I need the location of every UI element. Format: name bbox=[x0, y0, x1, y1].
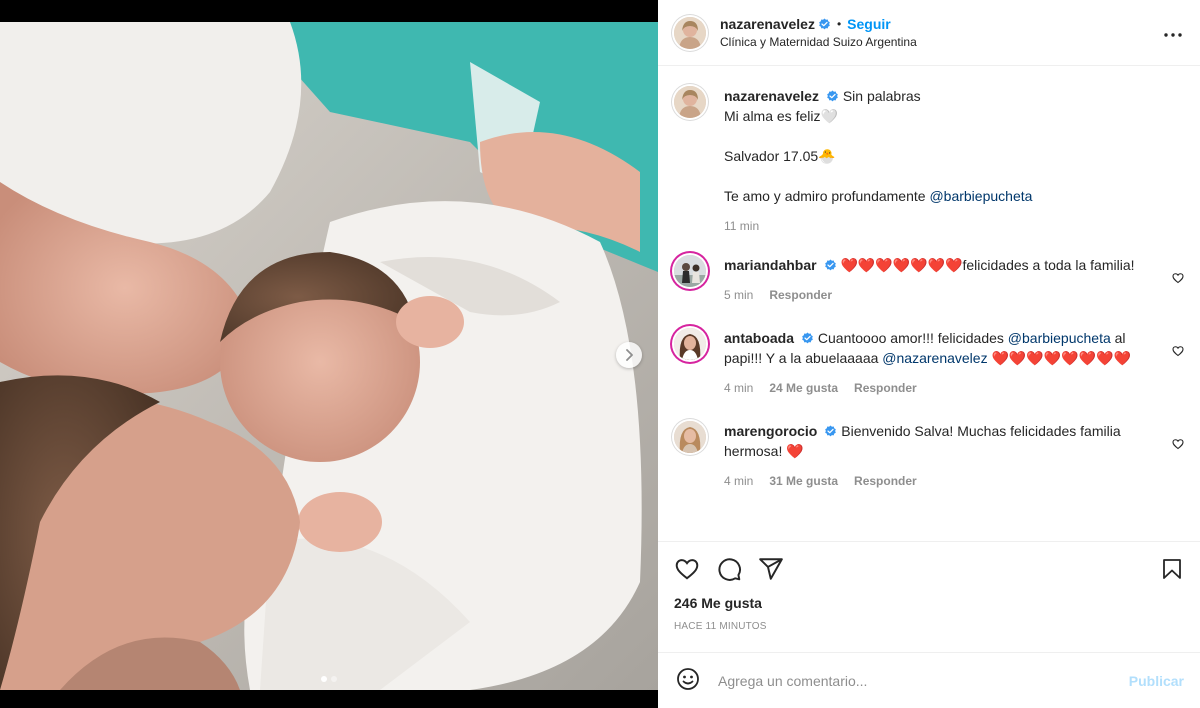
comment-username[interactable]: marengorocio bbox=[724, 423, 817, 439]
comment-body: antaboada Cuantoooo amor!!! felicidades … bbox=[724, 328, 1184, 395]
post-side-panel: nazarenavelez • Seguir Clínica y Materni… bbox=[658, 0, 1200, 708]
carousel-dot-active bbox=[321, 676, 327, 682]
caption-text: nazarenavelez Sin palabras Mi alma es fe… bbox=[724, 86, 1162, 206]
comment-avatar[interactable] bbox=[674, 328, 706, 360]
carousel-next-button[interactable] bbox=[616, 342, 642, 368]
reply-button[interactable]: Responder bbox=[854, 474, 917, 488]
follow-button[interactable]: Seguir bbox=[847, 16, 891, 32]
comment-meta: 5 min Responder bbox=[724, 288, 1162, 302]
chevron-right-icon bbox=[626, 349, 633, 361]
instagram-post-modal: nazarenavelez • Seguir Clínica y Materni… bbox=[0, 0, 1200, 708]
verified-badge-icon bbox=[802, 332, 813, 344]
reply-button[interactable]: Responder bbox=[854, 381, 917, 395]
comment-time: 4 min bbox=[724, 474, 754, 488]
comment-time: 5 min bbox=[724, 288, 754, 302]
more-options-button[interactable] bbox=[1164, 24, 1182, 40]
share-button[interactable] bbox=[758, 556, 784, 585]
caption-username[interactable]: nazarenavelez bbox=[724, 88, 819, 104]
caption-avatar[interactable] bbox=[674, 86, 706, 118]
verified-badge-icon bbox=[819, 18, 830, 29]
post-header: nazarenavelez • Seguir Clínica y Materni… bbox=[658, 0, 1200, 66]
avatar-image bbox=[674, 86, 706, 118]
emoji-button[interactable] bbox=[676, 667, 700, 694]
comment-avatar[interactable] bbox=[674, 421, 706, 453]
comment-icon bbox=[718, 557, 741, 581]
comment-button[interactable] bbox=[716, 556, 742, 585]
comment-likes-count[interactable]: 31 Me gusta bbox=[769, 474, 838, 488]
heart-outline-icon bbox=[675, 558, 699, 579]
comment-likes-count[interactable]: 24 Me gusta bbox=[769, 381, 838, 395]
comment-text: mariandahbar ❤️❤️❤️❤️❤️❤️❤️felicidades a… bbox=[724, 255, 1162, 275]
avatar-image bbox=[674, 328, 706, 360]
send-icon bbox=[759, 557, 783, 580]
comment-meta: 4 min 31 Me gusta Responder bbox=[724, 474, 1162, 488]
bookmark-icon bbox=[1163, 559, 1181, 579]
verified-badge-icon bbox=[827, 90, 838, 102]
comment-username[interactable]: antaboada bbox=[724, 330, 794, 346]
caption-time: 11 min bbox=[724, 219, 760, 233]
more-horizontal-icon bbox=[1164, 33, 1182, 37]
caption-meta: 11 min bbox=[724, 219, 1162, 233]
post-media bbox=[0, 0, 658, 708]
comment-composer: Publicar bbox=[658, 652, 1200, 708]
comment-avatar[interactable] bbox=[674, 255, 706, 287]
post-caption: nazarenavelez Sin palabras Mi alma es fe… bbox=[674, 86, 1184, 233]
heart-outline-icon bbox=[1172, 273, 1184, 284]
header-text: nazarenavelez • Seguir Clínica y Materni… bbox=[720, 16, 917, 49]
caption-content: Sin palabras Mi alma es feliz🤍 Salvador … bbox=[724, 88, 926, 204]
comment-mention[interactable]: @nazarenavelez bbox=[882, 350, 987, 366]
comment-input[interactable] bbox=[718, 672, 1129, 689]
comment-mention[interactable]: @barbiepucheta bbox=[1008, 330, 1111, 346]
caption-mention[interactable]: @barbiepucheta bbox=[929, 188, 1032, 204]
publish-button[interactable]: Publicar bbox=[1129, 673, 1184, 689]
avatar-image bbox=[674, 255, 706, 287]
author-avatar[interactable] bbox=[674, 16, 706, 49]
header-user-row: nazarenavelez • Seguir bbox=[720, 16, 917, 32]
comment-body: marengorocio Bienvenido Salva! Muchas fe… bbox=[724, 421, 1184, 488]
comment-item: mariandahbar ❤️❤️❤️❤️❤️❤️❤️felicidades a… bbox=[674, 255, 1184, 302]
comments-list[interactable]: nazarenavelez Sin palabras Mi alma es fe… bbox=[658, 66, 1200, 541]
comment-body: mariandahbar ❤️❤️❤️❤️❤️❤️❤️felicidades a… bbox=[724, 255, 1184, 302]
post-timestamp: HACE 11 MINUTOS bbox=[674, 621, 767, 632]
caption-body: nazarenavelez Sin palabras Mi alma es fe… bbox=[724, 86, 1184, 233]
save-button[interactable] bbox=[1160, 556, 1184, 585]
post-photo[interactable] bbox=[0, 22, 658, 690]
newborn-photo-illustration bbox=[0, 22, 658, 690]
comment-item: antaboada Cuantoooo amor!!! felicidades … bbox=[674, 328, 1184, 395]
comment-time: 4 min bbox=[724, 381, 754, 395]
separator-dot: • bbox=[836, 17, 842, 31]
avatar-image bbox=[674, 421, 706, 453]
action-bar bbox=[674, 542, 1184, 598]
comment-text: marengorocio Bienvenido Salva! Muchas fe… bbox=[724, 421, 1162, 461]
heart-outline-icon bbox=[1172, 439, 1184, 450]
comment-content-part: ❤️❤️❤️❤️❤️❤️❤️❤️ bbox=[987, 350, 1131, 366]
like-comment-button[interactable] bbox=[1172, 271, 1184, 287]
reply-button[interactable]: Responder bbox=[769, 288, 832, 302]
carousel-dot bbox=[331, 676, 337, 682]
avatar-image bbox=[674, 16, 706, 49]
verified-badge-icon bbox=[824, 259, 836, 271]
comment-meta: 4 min 24 Me gusta Responder bbox=[724, 381, 1162, 395]
comment-content: ❤️❤️❤️❤️❤️❤️❤️felicidades a toda la fami… bbox=[840, 257, 1135, 273]
comment-text: antaboada Cuantoooo amor!!! felicidades … bbox=[724, 328, 1162, 368]
comment-item: marengorocio Bienvenido Salva! Muchas fe… bbox=[674, 421, 1184, 488]
author-username[interactable]: nazarenavelez bbox=[720, 16, 815, 32]
like-button[interactable] bbox=[674, 556, 700, 585]
carousel-indicator bbox=[321, 676, 337, 682]
like-comment-button[interactable] bbox=[1172, 437, 1184, 453]
post-actions-area: 246 Me gusta HACE 11 MINUTOS bbox=[658, 541, 1200, 652]
comment-username[interactable]: mariandahbar bbox=[724, 257, 817, 273]
emoji-icon bbox=[677, 668, 699, 690]
verified-badge-icon bbox=[825, 425, 837, 437]
like-comment-button[interactable] bbox=[1172, 344, 1184, 360]
post-location[interactable]: Clínica y Maternidad Suizo Argentina bbox=[720, 35, 917, 49]
heart-outline-icon bbox=[1172, 346, 1184, 357]
comment-content-part: Cuantoooo amor!!! felicidades bbox=[817, 330, 1008, 346]
